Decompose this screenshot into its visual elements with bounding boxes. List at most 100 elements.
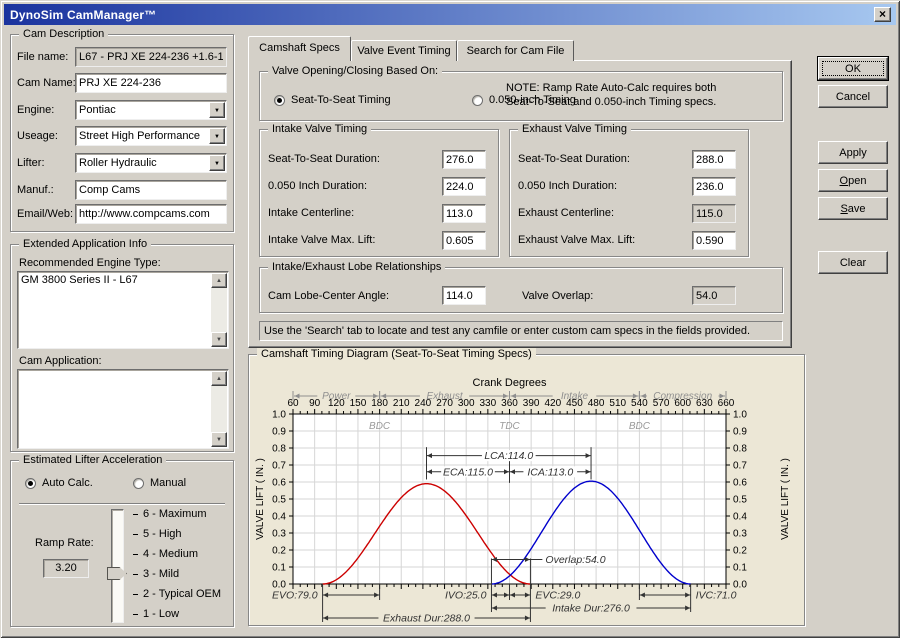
svg-text:0.3: 0.3 [733,529,747,540]
radio-icon [274,95,285,106]
close-icon[interactable]: × [874,7,891,22]
row-label: Intake Valve Max. Lift: [268,234,375,246]
svg-text:BDC: BDC [369,421,391,432]
cam-application-label: Cam Application: [19,355,102,367]
engine-dropdown[interactable]: Pontiac ▼ [75,100,227,120]
cam-application-textarea[interactable]: ▲ ▼ [17,369,229,449]
svg-text:0.1: 0.1 [272,563,286,574]
useage-label: Useage: [17,130,58,142]
svg-text:LCA:114.0: LCA:114.0 [484,450,533,462]
scale-label-typical-oem: 2 - Typical OEM [143,588,221,600]
lobe-center-angle-field[interactable] [442,286,486,305]
email-web-field[interactable] [75,204,227,224]
scroll-down-icon[interactable]: ▼ [211,332,227,347]
scale-label-high: 5 - High [143,528,182,540]
radio-icon [133,478,144,489]
search-tab-hint: Use the 'Search' tab to locate and test … [259,321,783,341]
svg-text:EVC:29.0: EVC:29.0 [535,590,580,602]
svg-text:90: 90 [309,398,321,409]
exhaust-seat-duration-field[interactable] [692,150,736,169]
slider-tick [133,554,138,555]
row-label: Exhaust Centerline: [518,207,614,219]
engine-value: Pontiac [79,104,116,116]
svg-text:Intake: Intake [561,391,589,402]
svg-text:IVO:25.0: IVO:25.0 [445,590,487,602]
row-label: Exhaust Valve Max. Lift: [518,234,635,246]
lobe-relationships-group: Intake/Exhaust Lobe Relationships Cam Lo… [259,267,783,313]
divider [19,503,225,505]
seat-to-seat-radio[interactable]: Seat-To-Seat Timing [274,94,391,106]
lifter-value: Roller Hydraulic [79,157,157,169]
svg-text:TDC: TDC [499,421,520,432]
chevron-down-icon[interactable]: ▼ [209,128,225,144]
svg-text:Overlap:54.0: Overlap:54.0 [545,554,605,566]
intake-max-lift-field[interactable] [442,231,486,250]
scroll-up-icon[interactable]: ▲ [211,273,227,288]
manual-radio[interactable]: Manual [133,477,186,489]
auto-calc-radio[interactable]: Auto Calc. [25,477,93,489]
svg-text:210: 210 [393,398,410,409]
svg-text:0.1: 0.1 [733,563,747,574]
ok-button[interactable]: OK [818,57,888,80]
svg-text:0.4: 0.4 [272,512,286,523]
open-button[interactable]: Open [818,169,888,192]
exhaust-max-lift-field[interactable] [692,231,736,250]
apply-button[interactable]: Apply [818,141,888,164]
slider-tick [133,594,138,595]
titlebar[interactable]: DynoSim CamManager™ × [4,4,896,25]
clear-button[interactable]: Clear [818,251,888,274]
intake-centerline-field[interactable] [442,204,486,223]
svg-text:VALVE LIFT ( IN. ): VALVE LIFT ( IN. ) [255,458,266,540]
tab-valve-event-timing[interactable]: Valve Event Timing [351,40,457,61]
chevron-down-icon[interactable]: ▼ [209,102,225,118]
slider-tick [133,534,138,535]
file-name-field[interactable] [75,47,227,67]
svg-text:Exhaust Dur:288.0: Exhaust Dur:288.0 [383,613,470,625]
scale-label-medium: 4 - Medium [143,548,198,560]
scale-label-maximum: 6 - Maximum [143,508,207,520]
svg-text:0.9: 0.9 [272,427,286,438]
svg-text:0.6: 0.6 [272,478,286,489]
exhaust-centerline-field[interactable] [692,204,736,223]
intake-seat-duration-field[interactable] [442,150,486,169]
exhaust-050-duration-field[interactable] [692,177,736,196]
vertical-scrollbar[interactable]: ▲ ▼ [211,371,227,447]
chart-title: Camshaft Timing Diagram (Seat-To-Seat Ti… [257,348,536,361]
cancel-button[interactable]: Cancel [818,85,888,108]
exhaust-valve-timing-group: Exhaust Valve Timing Seat-To-Seat Durati… [509,129,749,257]
useage-dropdown[interactable]: Street High Performance ▼ [75,126,227,146]
lifter-dropdown[interactable]: Roller Hydraulic ▼ [75,153,227,173]
estimated-lifter-acceleration-group: Estimated Lifter Acceleration Auto Calc.… [10,460,234,627]
manual-label: Manual [150,477,186,489]
group-title: Exhaust Valve Timing [518,123,631,136]
scroll-down-icon[interactable]: ▼ [211,432,227,447]
tab-camshaft-specs[interactable]: Camshaft Specs [248,36,351,61]
recommended-engine-type-textarea[interactable]: GM 3800 Series II - L67 ▲ ▼ [17,271,229,349]
intake-050-duration-field[interactable] [442,177,486,196]
ramp-rate-slider-thumb[interactable] [107,567,127,580]
slider-tick [133,574,138,575]
group-title: Estimated Lifter Acceleration [19,454,166,467]
vertical-scrollbar[interactable]: ▲ ▼ [211,273,227,347]
cam-name-label: Cam Name: [17,77,76,89]
scroll-up-icon[interactable]: ▲ [211,371,227,386]
svg-text:510: 510 [609,398,626,409]
save-button[interactable]: Save [818,197,888,220]
chevron-down-icon[interactable]: ▼ [209,155,225,171]
svg-text:Compression: Compression [653,391,712,402]
valve-overlap-field[interactable] [692,286,736,305]
scale-label-low: 1 - Low [143,608,179,620]
svg-text:Power: Power [322,391,351,402]
intake-valve-timing-group: Intake Valve Timing Seat-To-Seat Duratio… [259,129,499,257]
auto-calc-label: Auto Calc. [42,477,93,489]
svg-text:420: 420 [544,398,561,409]
camshaft-specs-tab-page: Valve Opening/Closing Based On: Seat-To-… [248,60,792,348]
svg-text:0.5: 0.5 [272,495,286,506]
cam-name-field[interactable] [75,73,227,93]
file-name-label: File name: [17,51,68,63]
tab-search-for-cam-file[interactable]: Search for Cam File [457,40,574,61]
email-web-label: Email/Web: [17,208,73,220]
manuf-field[interactable] [75,180,227,200]
ramp-rate-slider-track[interactable] [111,509,124,623]
scale-label-mild: 3 - Mild [143,568,179,580]
